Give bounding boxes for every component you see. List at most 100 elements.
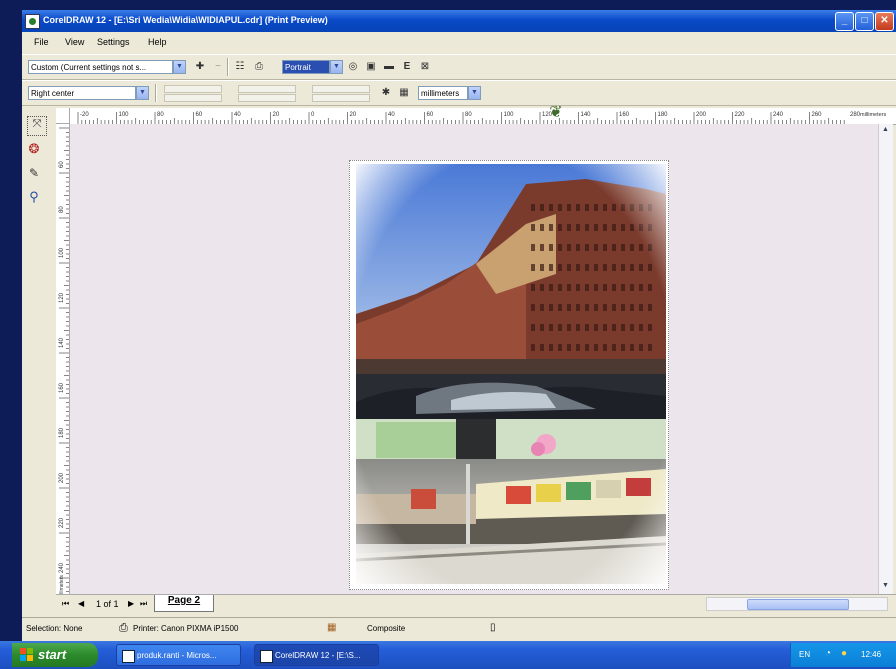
taskbar-item-coreldraw[interactable]: CorelDRAW 12 - [E:\S... <box>254 644 379 666</box>
height-input[interactable] <box>238 94 296 102</box>
zoom-icon[interactable]: ◎ <box>346 60 360 74</box>
horizontal-scroll-thumb[interactable] <box>747 599 849 610</box>
next-page-icon[interactable]: ▶ <box>128 599 134 608</box>
h-ruler-label: 100 <box>119 112 130 118</box>
taskbar-item-word[interactable]: produk.ranti - Micros... <box>116 644 241 666</box>
horizontal-ruler: -20 100 80 60 40 20 0 20 40 60 80 100 120 140 160 180 20… <box>70 108 896 125</box>
last-page-icon[interactable]: ⏭ <box>140 599 147 609</box>
menu-file[interactable]: File <box>34 37 49 47</box>
print-preview-window: CorelDRAW 12 - [E:\Sri Wedia\Widia\WIDIA… <box>22 10 896 643</box>
h-ruler-label: 20 <box>273 112 280 118</box>
scale-x-input[interactable] <box>312 85 370 93</box>
composite-status[interactable]: Composite <box>367 624 405 633</box>
h-ruler-label: 60 <box>427 112 434 118</box>
language-indicator[interactable]: EN <box>799 650 810 659</box>
tray-network-icon[interactable]: ◔ <box>825 648 831 659</box>
vertical-scrollbar[interactable]: ▲ ▼ <box>878 124 893 594</box>
position-dropdown-arrow[interactable]: ▼ <box>136 86 149 100</box>
scroll-down-icon[interactable]: ▼ <box>880 582 891 592</box>
h-ruler-label: 20 <box>350 112 357 118</box>
units-dropdown-arrow[interactable]: ▼ <box>468 86 481 100</box>
windows-flag-icon <box>20 648 33 661</box>
imposition-layout-tool-icon[interactable]: ❂ <box>27 142 41 156</box>
h-ruler-unit: millimeters <box>860 112 887 118</box>
toolbar-separator <box>227 58 229 76</box>
zoom-tool-icon[interactable]: ⚲ <box>27 190 41 204</box>
position-select[interactable]: Right center <box>28 86 136 100</box>
h-ruler-label: 40 <box>388 112 395 118</box>
preview-canvas[interactable] <box>70 124 878 594</box>
v-ruler-label: 80 <box>59 206 65 213</box>
v-ruler-label: 200 <box>59 472 65 483</box>
marks-placement-tool-icon[interactable]: ✎ <box>27 166 41 180</box>
close-preview-icon[interactable]: ⊠ <box>418 60 432 74</box>
tray-app-icon[interactable]: ● <box>841 648 847 659</box>
title-bar[interactable]: CorelDRAW 12 - [E:\Sri Wedia\Widia\WIDIA… <box>22 10 896 32</box>
taskbar-item-word-label: produk.ranti - Micros... <box>137 651 217 660</box>
print-style-dropdown-arrow[interactable]: ▼ <box>173 60 186 74</box>
h-ruler-label: 100 <box>504 112 515 118</box>
units-select[interactable]: millimeters <box>418 86 468 100</box>
printer-icon: ⎙ <box>119 622 128 634</box>
v-ruler-label: 100 <box>59 247 65 258</box>
pick-tool-icon[interactable]: ⤧ <box>27 116 47 136</box>
window-title: CorelDRAW 12 - [E:\Sri Wedia\Widia\WIDIA… <box>43 15 328 25</box>
h-ruler-label: 60 <box>196 112 203 118</box>
property-bar: Right center ▼ ✱ ▦ millimeters ▼ <box>22 80 896 106</box>
print-icon[interactable]: ⎙ <box>252 60 266 74</box>
v-ruler-label: 220 <box>59 517 65 528</box>
save-settings-icon[interactable]: ✚ <box>193 60 207 74</box>
h-ruler-label: 160 <box>619 112 630 118</box>
h-ruler-label: 80 <box>465 112 472 118</box>
printer-status[interactable]: Printer: Canon PIXMA iP1500 <box>133 624 238 633</box>
v-ruler-label: 140 <box>59 337 65 348</box>
photo-collage <box>356 164 666 584</box>
close-button[interactable]: ✕ <box>875 12 894 31</box>
print-style-select[interactable]: Custom (Current settings not s... <box>28 60 173 74</box>
h-ruler-label: 260 <box>812 112 823 118</box>
minimize-button[interactable]: _ <box>835 12 854 31</box>
horizontal-scrollbar[interactable] <box>706 597 888 611</box>
menu-help[interactable]: Help <box>148 37 167 47</box>
orientation-dropdown-arrow[interactable]: ▼ <box>330 60 343 74</box>
menu-settings[interactable]: Settings <box>97 37 130 47</box>
separations-icon[interactable]: ▬ <box>382 60 396 74</box>
lock-ratio-icon[interactable]: ✱ <box>379 86 393 100</box>
taskbar-item-coreldraw-label: CorelDRAW 12 - [E:\S... <box>275 651 361 660</box>
composite-icon: ▦ <box>327 622 337 633</box>
maximize-button[interactable]: □ <box>855 12 874 31</box>
menu-view[interactable]: View <box>65 37 84 47</box>
print-options-icon[interactable]: ☷ <box>233 60 247 74</box>
h-ruler-label: 80 <box>157 112 164 118</box>
printable-page <box>349 160 669 590</box>
h-ruler-label: 0 <box>311 112 315 118</box>
h-ruler-label: 180 <box>658 112 669 118</box>
prev-page-icon[interactable]: ◀ <box>78 599 84 608</box>
invert-icon[interactable]: E <box>400 60 414 74</box>
coreldraw-taskbar-icon <box>260 650 273 663</box>
toolbar-separator <box>155 84 157 102</box>
ruler-origin[interactable] <box>56 108 70 124</box>
coreldraw-app-icon[interactable] <box>25 14 40 29</box>
vertical-ruler: 6080100120140160180200220240millimeters <box>56 124 70 602</box>
position-y-input[interactable] <box>164 94 222 102</box>
tab-page-2[interactable]: Page 2 <box>154 595 214 612</box>
windows-taskbar: start produk.ranti - Micros... CorelDRAW… <box>0 641 896 669</box>
orientation-select[interactable]: Portrait <box>282 60 330 74</box>
status-bar: Selection: None ⎙ Printer: Canon PIXMA i… <box>22 617 896 640</box>
first-page-icon[interactable]: ⏮ <box>62 599 69 609</box>
system-tray: EN ◔ ● 12:46 <box>790 643 896 667</box>
h-ruler-label: 140 <box>581 112 592 118</box>
clock: 12:46 <box>861 650 882 659</box>
full-screen-icon[interactable]: ▣ <box>364 60 378 74</box>
menu-bar: File View Settings Help <box>22 34 896 50</box>
start-button[interactable]: start <box>12 643 98 667</box>
h-ruler-label: -20 <box>80 112 89 118</box>
position-x-input[interactable] <box>164 85 222 93</box>
scroll-up-icon[interactable]: ▲ <box>880 126 891 136</box>
scale-y-input[interactable] <box>312 94 370 102</box>
width-input[interactable] <box>238 85 296 93</box>
delete-settings-icon[interactable]: − <box>211 60 225 74</box>
tile-icon[interactable]: ▦ <box>397 86 411 100</box>
v-ruler-label: 180 <box>59 427 65 438</box>
